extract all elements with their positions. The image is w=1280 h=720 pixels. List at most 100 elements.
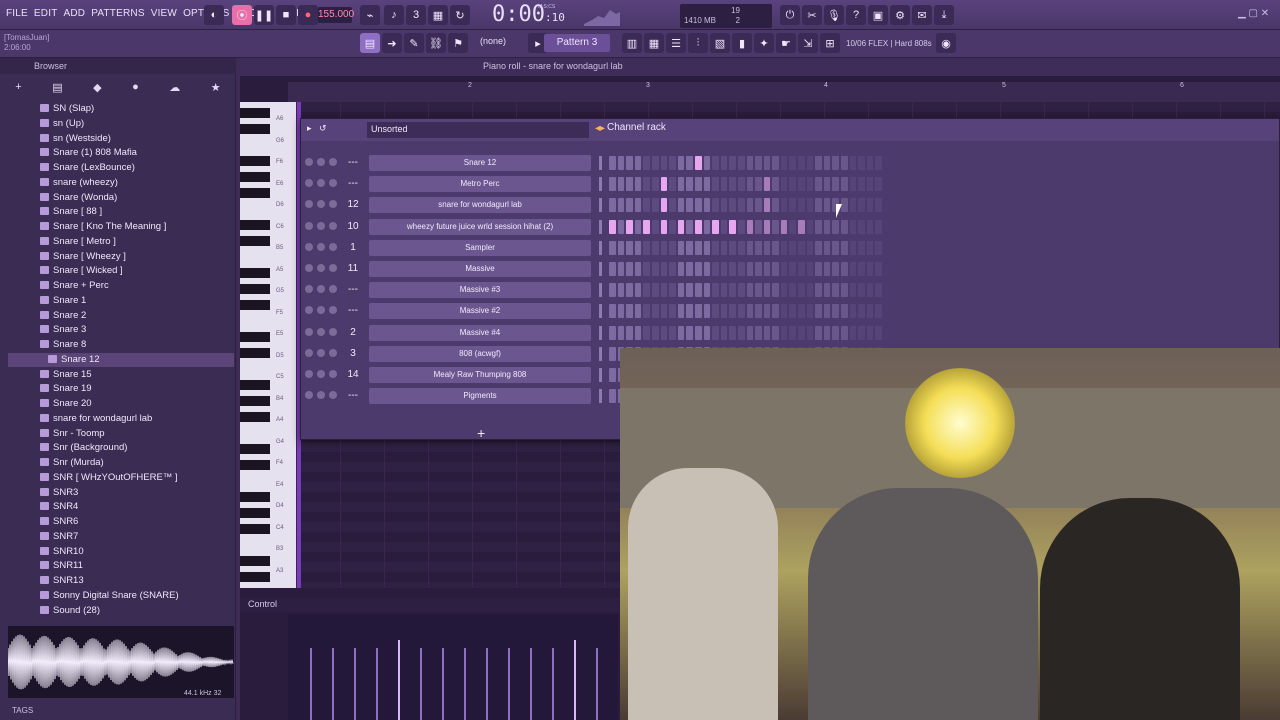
- step-off[interactable]: [841, 304, 848, 319]
- step-off[interactable]: [677, 283, 685, 298]
- step-off[interactable]: [780, 198, 788, 213]
- browser-item[interactable]: Snare + Perc: [40, 279, 109, 293]
- step-off[interactable]: [849, 219, 857, 234]
- channel-select-led[interactable]: [599, 240, 602, 255]
- step-on[interactable]: [694, 219, 702, 234]
- step-off[interactable]: [720, 283, 728, 298]
- channel-row[interactable]: 1 Sampler: [301, 238, 1279, 259]
- step-off[interactable]: [798, 156, 805, 170]
- control-label[interactable]: Control: [248, 599, 277, 609]
- channel-select-led[interactable]: [599, 325, 602, 340]
- channel-vol-icon[interactable]: [329, 179, 337, 188]
- browser-item[interactable]: snare (wheezy): [40, 176, 118, 190]
- step-off[interactable]: [866, 219, 874, 234]
- step-on[interactable]: [677, 219, 685, 234]
- channel-pan-icon[interactable]: [317, 179, 325, 188]
- step-off[interactable]: [815, 156, 822, 170]
- step-off[interactable]: [875, 283, 882, 298]
- step-off[interactable]: [617, 240, 625, 255]
- step-off[interactable]: [660, 325, 668, 340]
- step-off[interactable]: [729, 304, 736, 319]
- step-off[interactable]: [626, 283, 633, 298]
- step-off[interactable]: [772, 156, 779, 170]
- channel-row[interactable]: 2 Massive #4: [301, 323, 1279, 344]
- menu-patterns[interactable]: PATTERNS: [91, 8, 144, 19]
- step-off[interactable]: [609, 283, 616, 298]
- channel-vol-icon[interactable]: [329, 391, 337, 400]
- channel-name-button[interactable]: wheezy future juice wrld session hihat (…: [369, 218, 591, 235]
- step-off[interactable]: [703, 283, 711, 298]
- step-off[interactable]: [789, 177, 797, 192]
- channel-vol-icon[interactable]: [329, 370, 337, 378]
- step-off[interactable]: [703, 198, 711, 213]
- black-key[interactable]: [240, 508, 270, 518]
- step-off[interactable]: [841, 156, 848, 170]
- step-off[interactable]: [609, 262, 616, 276]
- channel-name-button[interactable]: Massive: [369, 261, 591, 277]
- step-off[interactable]: [875, 177, 882, 192]
- step-off[interactable]: [712, 262, 719, 276]
- black-key[interactable]: [240, 460, 270, 470]
- step-off[interactable]: [634, 262, 642, 276]
- step-off[interactable]: [875, 325, 882, 340]
- velocity-bar[interactable]: [464, 648, 466, 720]
- step-off[interactable]: [849, 283, 857, 298]
- step-on[interactable]: [763, 219, 771, 234]
- pat-song-toggle[interactable]: ⦿: [232, 5, 252, 25]
- step-off[interactable]: [755, 283, 762, 298]
- black-key[interactable]: [240, 444, 270, 454]
- step-off[interactable]: [609, 368, 616, 382]
- channel-select-led[interactable]: [599, 346, 602, 361]
- browser-item[interactable]: Snare 19: [40, 382, 92, 396]
- step-off[interactable]: [798, 262, 805, 276]
- browser-item[interactable]: sn (Up): [40, 117, 84, 131]
- step-off[interactable]: [780, 177, 788, 192]
- step-off[interactable]: [609, 240, 616, 255]
- step-off[interactable]: [841, 240, 848, 255]
- browser-item[interactable]: Snare 2: [40, 309, 86, 323]
- channel-mixer-track[interactable]: 14: [342, 367, 364, 383]
- browser-icon[interactable]: ▧: [710, 33, 730, 53]
- timeline-ruler[interactable]: 2 3 4 5 6: [288, 82, 1280, 102]
- channel-pan-icon[interactable]: [317, 221, 325, 230]
- channel-vol-icon[interactable]: [329, 221, 337, 230]
- black-key[interactable]: [240, 236, 270, 246]
- black-key[interactable]: [240, 284, 270, 294]
- step-off[interactable]: [866, 262, 874, 276]
- channel-pan-icon[interactable]: [317, 264, 325, 272]
- velocity-bar[interactable]: [420, 648, 422, 720]
- step-off[interactable]: [841, 262, 848, 276]
- step-on[interactable]: [712, 219, 719, 234]
- step-off[interactable]: [677, 304, 685, 319]
- step-off[interactable]: [832, 262, 840, 276]
- channel-mute-icon[interactable]: [305, 221, 313, 230]
- channel-rack-icon[interactable]: ▦: [644, 33, 664, 53]
- channel-mixer-track[interactable]: ---: [342, 388, 364, 404]
- browser-item[interactable]: Snare 15: [40, 368, 92, 382]
- channel-vol-icon[interactable]: [329, 242, 337, 251]
- velocity-bar[interactable]: [486, 648, 488, 720]
- step-off[interactable]: [866, 198, 874, 213]
- black-key[interactable]: [240, 188, 270, 198]
- touch-icon[interactable]: ☛: [776, 33, 796, 53]
- step-off[interactable]: [772, 240, 779, 255]
- channel-mute-icon[interactable]: [305, 370, 313, 378]
- channel-select-led[interactable]: [599, 219, 602, 234]
- browser-item[interactable]: sn (Westside): [40, 132, 111, 146]
- piano-keyboard[interactable]: A6 G6 F6 E6 D6 C6 B5 A5 G5 F5 E5 D5 C5 B4 A4 G4 F4 E4 D4 C4…: [240, 102, 296, 588]
- step-off[interactable]: [798, 240, 805, 255]
- step-off[interactable]: [677, 240, 685, 255]
- menu-add[interactable]: ADD: [64, 8, 86, 19]
- channel-select-led[interactable]: [599, 304, 602, 319]
- black-key[interactable]: [240, 156, 270, 166]
- step-off[interactable]: [643, 156, 650, 170]
- step-off[interactable]: [660, 156, 668, 170]
- black-key[interactable]: [240, 332, 270, 342]
- channel-name-button[interactable]: 808 (acwgf): [369, 345, 591, 362]
- step-off[interactable]: [694, 283, 702, 298]
- step-off[interactable]: [772, 198, 779, 213]
- browser-item[interactable]: Snare [ Wheezy ]: [40, 250, 126, 264]
- step-off[interactable]: [634, 156, 642, 170]
- step-off[interactable]: [763, 283, 771, 298]
- step-off[interactable]: [798, 325, 805, 340]
